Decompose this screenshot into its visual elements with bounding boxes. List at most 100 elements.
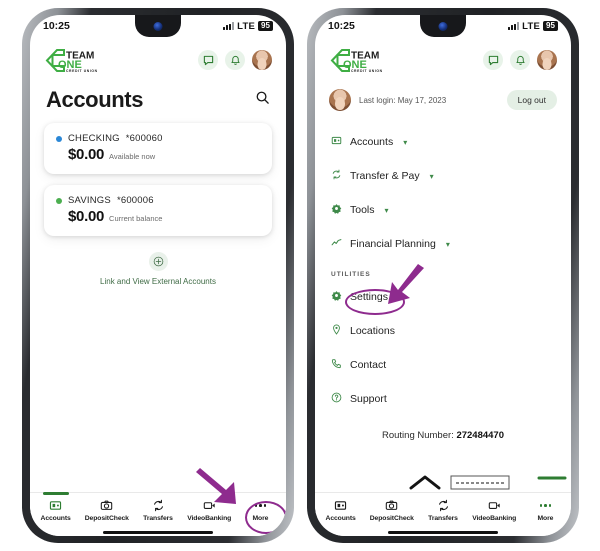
accounts-icon bbox=[331, 133, 342, 151]
nav-label: VideoBanking bbox=[472, 515, 517, 522]
user-session-row: Last login: May 17, 2023 Log out bbox=[315, 79, 571, 117]
header-icon-group bbox=[483, 50, 557, 70]
account-label: SAVINGS bbox=[68, 195, 111, 206]
nav-item-depositcheck[interactable]: DepositCheck bbox=[366, 499, 417, 522]
nav-label: Transfers bbox=[143, 515, 173, 522]
nav-item-accounts[interactable]: Accounts bbox=[315, 499, 366, 522]
profile-avatar[interactable] bbox=[252, 50, 272, 70]
menu-label: Transfer & Pay bbox=[350, 170, 420, 182]
menu-item-tools[interactable]: Tools ▾ bbox=[331, 193, 555, 227]
front-camera bbox=[438, 22, 448, 31]
video-icon bbox=[203, 499, 216, 512]
routing-number-value: 272484470 bbox=[456, 430, 504, 441]
account-balance-row: $0.00 Available now bbox=[56, 146, 260, 163]
screenshot-root: 10:25 LTE 95 TEAM ONE CREDIT UNION Accou… bbox=[0, 0, 600, 551]
tools-icon bbox=[331, 201, 342, 219]
status-indicators: LTE 95 bbox=[508, 21, 558, 32]
partial-content-hint bbox=[315, 470, 571, 492]
active-indicator bbox=[42, 492, 69, 495]
messages-icon[interactable] bbox=[483, 50, 503, 70]
notifications-icon[interactable] bbox=[510, 50, 530, 70]
menu-label: Accounts bbox=[350, 136, 394, 148]
more-menu: Accounts ▾ Transfer & Pay ▾ Tools ▾ Fina… bbox=[315, 117, 571, 441]
profile-avatar[interactable] bbox=[537, 50, 557, 70]
menu-item-contact[interactable]: Contact bbox=[331, 348, 555, 382]
user-avatar[interactable] bbox=[329, 89, 351, 111]
signal-icon bbox=[223, 22, 235, 30]
status-time: 10:25 bbox=[328, 20, 355, 32]
ellipse-settings bbox=[345, 289, 405, 315]
nav-item-transfers[interactable]: Transfers bbox=[132, 499, 183, 522]
menu-label: Support bbox=[350, 393, 387, 405]
search-icon[interactable] bbox=[255, 90, 270, 110]
account-amount: $0.00 bbox=[68, 208, 105, 225]
nav-item-videobanking[interactable]: VideoBanking bbox=[184, 499, 235, 522]
phone-right: 10:25 LTE 95 TEAM ONE CREDIT UNION Last … bbox=[307, 8, 579, 543]
menu-label: Tools bbox=[350, 204, 375, 216]
nav-label: DepositCheck bbox=[84, 515, 129, 522]
nav-item-accounts[interactable]: Accounts bbox=[30, 492, 81, 522]
transfers-icon bbox=[152, 499, 165, 512]
routing-number-row: Routing Number: 272484470 bbox=[331, 416, 555, 441]
chevron-down-icon: ▾ bbox=[403, 137, 408, 147]
status-time: 10:25 bbox=[43, 20, 70, 32]
phone-left-screen: 10:25 LTE 95 TEAM ONE CREDIT UNION Accou… bbox=[30, 15, 286, 536]
teamone-logo[interactable]: TEAM ONE CREDIT UNION bbox=[329, 47, 387, 73]
camera-icon bbox=[100, 499, 113, 512]
logout-button[interactable]: Log out bbox=[506, 90, 557, 110]
notifications-icon[interactable] bbox=[225, 50, 245, 70]
nav-item-videobanking[interactable]: VideoBanking bbox=[469, 499, 520, 522]
signal-icon bbox=[508, 22, 520, 30]
menu-item-accounts[interactable]: Accounts ▾ bbox=[331, 125, 555, 159]
link-external-accounts-button[interactable]: Link and View External Accounts bbox=[30, 252, 286, 286]
app-header: TEAM ONE CREDIT UNION bbox=[315, 37, 571, 79]
last-login-text: Last login: May 17, 2023 bbox=[359, 95, 447, 105]
battery-indicator: 95 bbox=[258, 21, 273, 31]
more-dots-icon bbox=[539, 499, 552, 512]
link-external-accounts-label: Link and View External Accounts bbox=[100, 277, 216, 286]
accounts-icon bbox=[49, 499, 62, 512]
messages-icon[interactable] bbox=[198, 50, 218, 70]
nav-item-more[interactable]: More bbox=[520, 499, 571, 522]
battery-indicator: 95 bbox=[543, 21, 558, 31]
network-label: LTE bbox=[237, 20, 255, 32]
bottom-navigation-right: Accounts DepositCheck Transfers VideoBan… bbox=[315, 492, 571, 536]
routing-number-label: Routing Number: bbox=[381, 430, 454, 441]
status-indicators: LTE 95 bbox=[223, 21, 273, 32]
account-label: CHECKING bbox=[68, 133, 120, 144]
front-camera bbox=[153, 22, 163, 31]
menu-label: Financial Planning bbox=[350, 238, 436, 250]
nav-item-transfers[interactable]: Transfers bbox=[417, 499, 468, 522]
account-amount: $0.00 bbox=[68, 146, 105, 163]
menu-label: Locations bbox=[350, 325, 395, 337]
svg-text:CREDIT UNION: CREDIT UNION bbox=[66, 69, 98, 73]
teamone-logo[interactable]: TEAM ONE CREDIT UNION bbox=[44, 47, 102, 73]
account-card-savings[interactable]: SAVINGS *600006 $0.00 Current balance bbox=[44, 185, 272, 236]
phone-left: 10:25 LTE 95 TEAM ONE CREDIT UNION Accou… bbox=[22, 8, 294, 543]
chevron-down-icon: ▾ bbox=[384, 205, 389, 215]
menu-item-transfer-and-pay[interactable]: Transfer & Pay ▾ bbox=[331, 159, 555, 193]
menu-label: Contact bbox=[350, 359, 387, 371]
gear-icon bbox=[331, 288, 342, 306]
home-indicator bbox=[388, 530, 498, 534]
plus-circle-icon bbox=[148, 252, 168, 271]
ellipse-more-button bbox=[245, 501, 286, 534]
account-number: *600006 bbox=[116, 195, 154, 206]
account-balance-row: $0.00 Current balance bbox=[56, 208, 260, 225]
account-amount-caption: Current balance bbox=[109, 214, 163, 223]
camera-icon bbox=[385, 499, 398, 512]
page-title-row: Accounts bbox=[30, 79, 286, 123]
page-title: Accounts bbox=[46, 87, 144, 112]
nav-label: Accounts bbox=[325, 515, 356, 522]
map-pin-icon bbox=[331, 322, 342, 340]
menu-item-financial-planning[interactable]: Financial Planning ▾ bbox=[331, 227, 555, 261]
network-label: LTE bbox=[522, 20, 540, 32]
menu-item-locations[interactable]: Locations bbox=[331, 314, 555, 348]
nav-item-depositcheck[interactable]: DepositCheck bbox=[81, 499, 132, 522]
menu-item-support[interactable]: Support bbox=[331, 382, 555, 416]
help-circle-icon bbox=[331, 390, 342, 408]
chevron-down-icon: ▾ bbox=[445, 239, 450, 249]
video-icon bbox=[488, 499, 501, 512]
account-card-checking[interactable]: CHECKING *600060 $0.00 Available now bbox=[44, 123, 272, 174]
utilities-section-header: UTILITIES bbox=[331, 271, 371, 278]
